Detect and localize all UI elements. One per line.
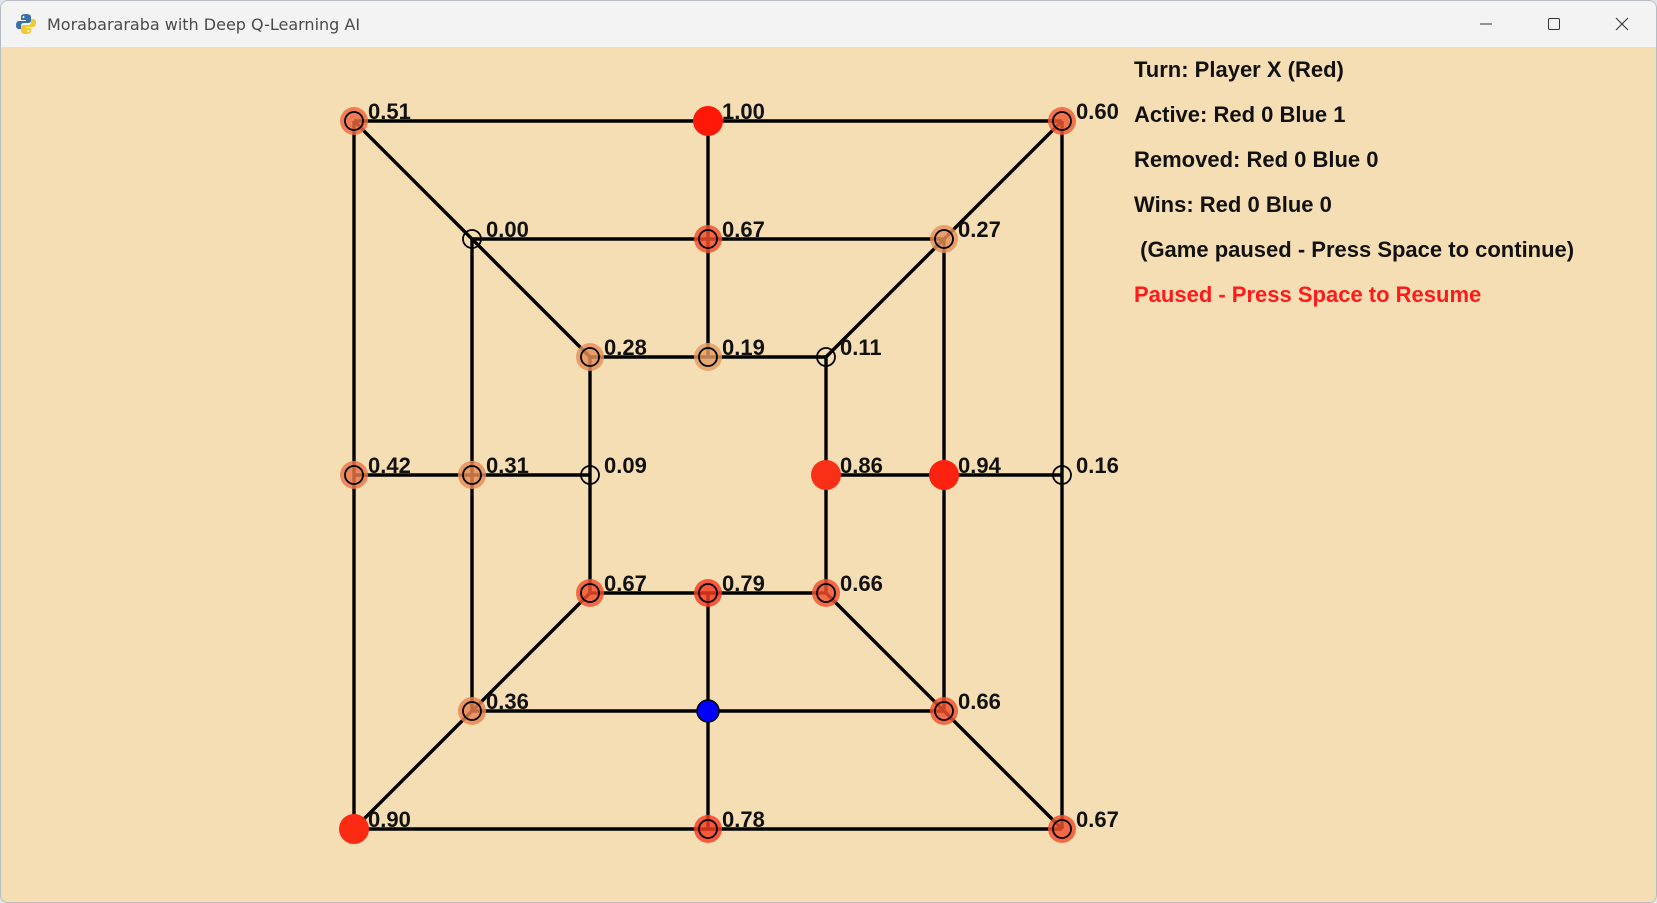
q-value-label: 0.11: [840, 335, 882, 360]
q-value-label: 0.66: [958, 689, 1001, 714]
close-button[interactable]: [1588, 1, 1656, 47]
q-value-label: 0.42: [368, 453, 411, 478]
board-point-f2[interactable]: [930, 697, 958, 725]
maximize-button[interactable]: [1520, 1, 1588, 47]
q-value-label: 0.27: [958, 217, 1001, 242]
minimize-icon: [1480, 23, 1492, 25]
board-point-f6[interactable]: [930, 225, 958, 253]
board-point-a7[interactable]: [340, 107, 368, 135]
window-title: Morabararaba with Deep Q-Learning AI: [47, 14, 361, 34]
q-value-label: 0.00: [486, 217, 529, 242]
board-point-b4[interactable]: [458, 461, 486, 489]
q-value-label: 0.67: [722, 217, 765, 242]
q-value-label: 0.16: [1076, 453, 1119, 478]
q-value-label: 0.90: [368, 807, 411, 832]
q-value-label: 0.36: [486, 689, 529, 714]
board-point-g7[interactable]: [1048, 107, 1076, 135]
q-value-label: 0.60: [1076, 99, 1119, 124]
python-icon: [16, 14, 36, 34]
game-paused-hint: (Game paused - Press Space to continue): [1134, 237, 1575, 262]
q-value-label: 0.31: [486, 453, 529, 478]
q-value-label: 0.86: [840, 453, 883, 478]
board-point-b2[interactable]: [458, 697, 486, 725]
q-value-label: 0.51: [368, 99, 411, 124]
maximize-icon: [1548, 18, 1560, 30]
board-point-d3[interactable]: [694, 579, 722, 607]
q-value-label: 0.67: [1076, 807, 1119, 832]
q-value-label: 0.79: [722, 571, 765, 596]
board-point-c3[interactable]: [576, 579, 604, 607]
q-value-label: 1.00: [722, 99, 765, 124]
q-value-label: 0.94: [958, 453, 1002, 478]
info-panel: Turn: Player X (Red) Active: Red 0 Blue …: [1134, 57, 1574, 327]
turn-indicator: Turn: Player X (Red): [1134, 57, 1344, 82]
removed-pieces-count: Removed: Red 0 Blue 0: [1134, 147, 1379, 172]
board-point-c5[interactable]: [576, 343, 604, 371]
board-point-a1[interactable]: [339, 814, 369, 844]
board-point-e3[interactable]: [812, 579, 840, 607]
q-heat-marker: [339, 814, 369, 844]
board-point-a4[interactable]: [340, 461, 368, 489]
board-point-d5[interactable]: [694, 343, 722, 371]
q-heat-marker: [693, 106, 723, 136]
paused-banner: Paused - Press Space to Resume: [1134, 282, 1482, 307]
board-point-g1[interactable]: [1048, 815, 1076, 843]
game-canvas[interactable]: 0.51 1.00 0.60 0.00 0.67 0.27 0.28 0.19 0.11 0.42…: [1, 47, 1656, 902]
board-point-f4[interactable]: [929, 460, 959, 490]
q-heat-marker: [929, 460, 959, 490]
board-point-e4[interactable]: [811, 460, 841, 490]
q-value-label: 0.67: [604, 571, 647, 596]
title-bar[interactable]: Morabararaba with Deep Q-Learning AI: [1, 1, 1656, 47]
minimize-button[interactable]: [1452, 1, 1520, 47]
board-point-d7[interactable]: [693, 106, 723, 136]
board-point-d2[interactable]: [696, 699, 720, 723]
q-value-label: 0.28: [604, 335, 647, 360]
board-point-d1[interactable]: [694, 815, 722, 843]
q-value-label: 0.09: [604, 453, 647, 478]
wins-count: Wins: Red 0 Blue 0: [1134, 192, 1332, 217]
q-value-label: 0.66: [840, 571, 883, 596]
q-heat-marker: [811, 460, 841, 490]
q-value-label: 0.19: [722, 335, 765, 360]
game-window: Morabararaba with Deep Q-Learning AI 0.5…: [0, 0, 1657, 903]
active-pieces-count: Active: Red 0 Blue 1: [1134, 102, 1346, 127]
board-point-d6[interactable]: [694, 225, 722, 253]
q-value-label: 0.78: [722, 807, 765, 832]
close-icon: [1615, 17, 1629, 31]
